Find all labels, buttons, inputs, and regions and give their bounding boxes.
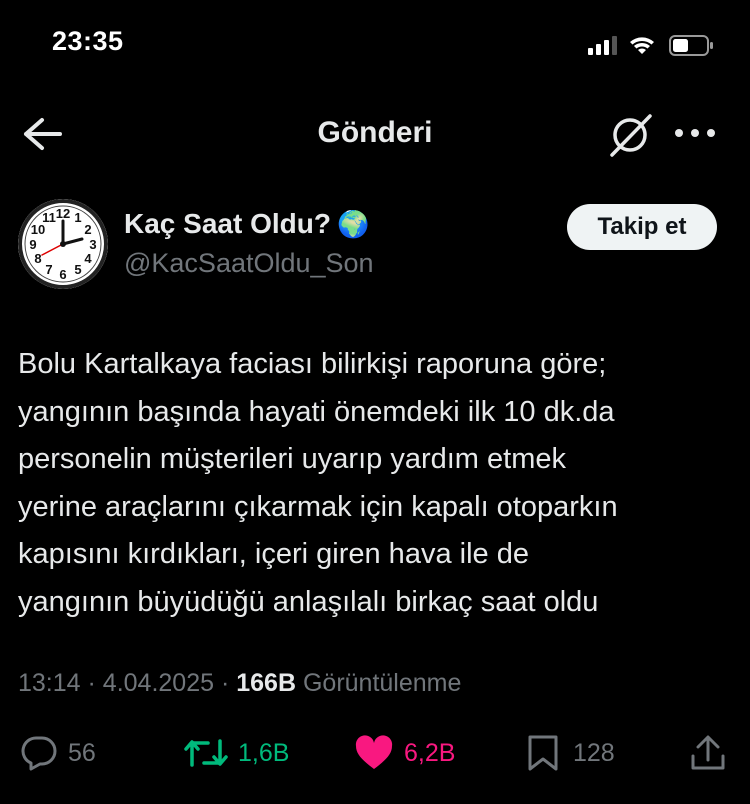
tweet-text: Bolu Kartalkaya faciası bilirkişi raporu… — [18, 348, 618, 618]
bookmark-button[interactable]: 128 — [527, 733, 615, 773]
like-button[interactable]: 6,2B — [354, 733, 455, 773]
svg-text:11: 11 — [42, 210, 56, 225]
repost-icon — [184, 739, 228, 767]
author-handle[interactable]: @KacSaatOldu_Son — [124, 248, 374, 279]
reply-count: 56 — [68, 738, 96, 767]
svg-text:5: 5 — [74, 262, 81, 277]
signal-icon — [588, 36, 617, 55]
svg-text:9: 9 — [29, 237, 36, 252]
svg-text:1: 1 — [74, 210, 81, 225]
grok-icon — [610, 114, 652, 157]
meta-separator: · — [87, 669, 96, 697]
battery-icon — [669, 35, 713, 56]
share-icon — [691, 735, 725, 770]
tweet-time[interactable]: 13:14 — [18, 669, 81, 697]
tweet-meta: 13:14 · 4.04.2025 · 166B Görüntülenme — [18, 669, 461, 698]
wifi-icon — [630, 37, 654, 54]
bookmark-icon — [528, 735, 558, 771]
follow-button[interactable]: Takip et — [567, 204, 717, 250]
more-dots-icon — [675, 129, 715, 137]
meta-separator: · — [220, 669, 230, 697]
svg-text:2: 2 — [84, 222, 91, 237]
more-options-button[interactable] — [672, 118, 718, 148]
svg-text:12: 12 — [56, 206, 70, 221]
status-time: 23:35 — [52, 26, 124, 56]
views-label: Görüntülenme — [302, 669, 462, 697]
repost-button[interactable]: 1,6B — [184, 733, 289, 773]
svg-text:7: 7 — [45, 262, 52, 277]
top-nav-bar: Gönderi — [0, 100, 750, 170]
like-count: 6,2B — [404, 738, 456, 767]
repost-count: 1,6B — [238, 738, 290, 767]
author-name[interactable]: Kaç Saat Oldu? 🌍 — [124, 208, 369, 240]
clock-icon: 12 1 2 3 4 5 6 7 8 9 10 11 — [18, 199, 108, 289]
svg-text:4: 4 — [84, 251, 92, 266]
globe-emoji-icon: 🌍 — [336, 208, 370, 239]
reply-button[interactable]: 56 — [20, 733, 96, 773]
svg-text:3: 3 — [89, 237, 96, 252]
heart-icon — [355, 735, 393, 769]
share-button[interactable] — [690, 733, 726, 773]
avatar[interactable]: 12 1 2 3 4 5 6 7 8 9 10 11 — [18, 199, 108, 289]
author-display-name: Kaç Saat Oldu? — [124, 208, 331, 239]
svg-text:6: 6 — [59, 267, 66, 282]
reply-icon — [21, 736, 57, 771]
tweet-date[interactable]: 4.04.2025 — [103, 669, 214, 697]
bookmark-count: 128 — [573, 738, 615, 767]
view-count[interactable]: 166B — [236, 669, 296, 697]
status-icons — [588, 32, 718, 60]
svg-text:8: 8 — [34, 251, 41, 266]
grok-button[interactable] — [606, 110, 656, 160]
